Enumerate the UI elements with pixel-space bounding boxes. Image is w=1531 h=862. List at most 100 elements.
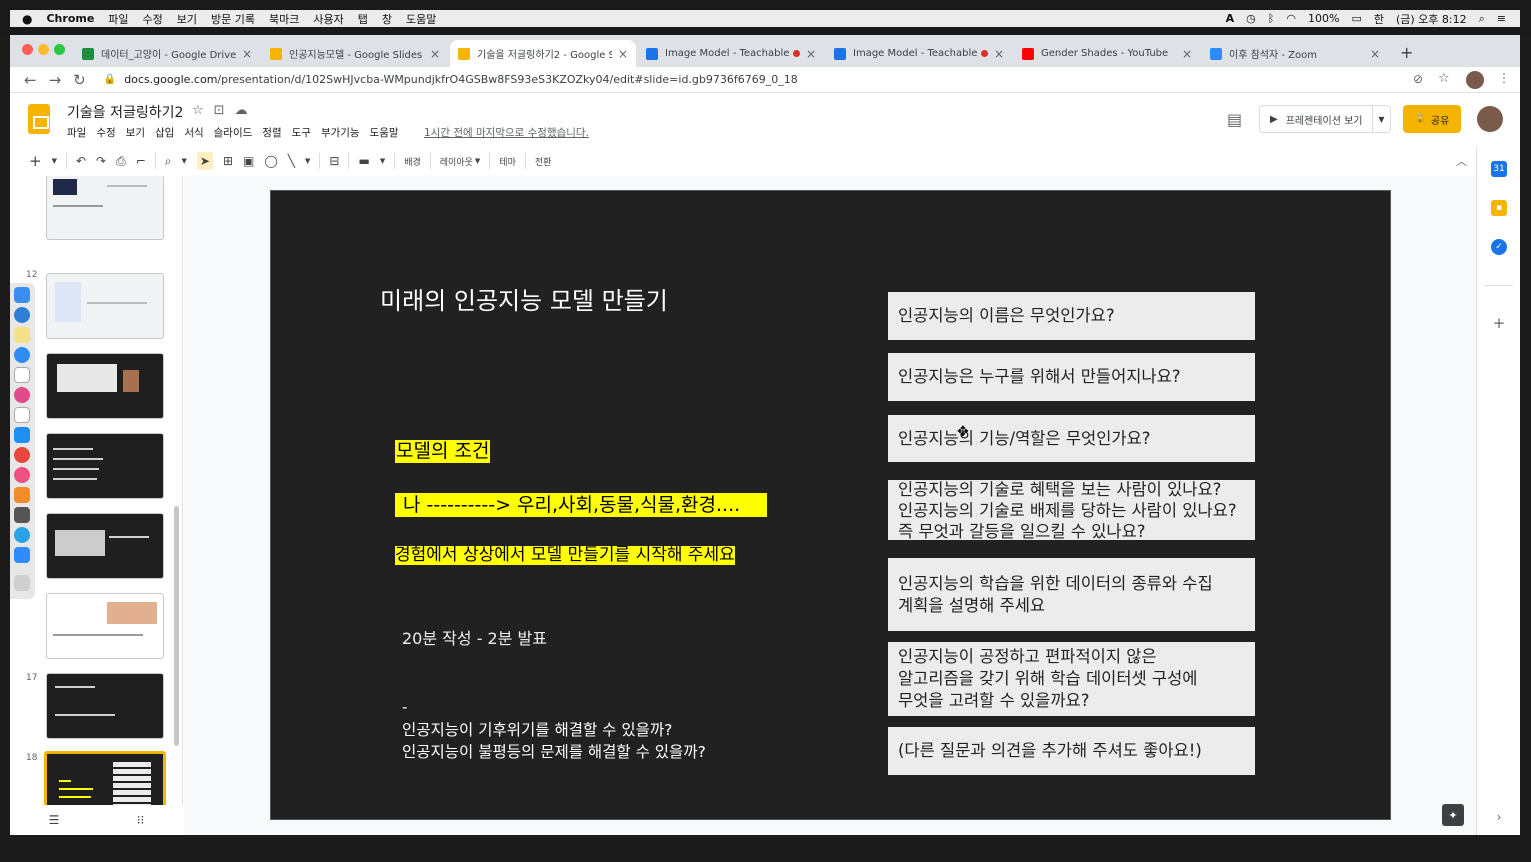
spotlight-search-icon[interactable]: ⌕: [1479, 12, 1485, 26]
add-comment-icon[interactable]: ⊟: [329, 154, 339, 168]
minimize-window-icon[interactable]: [38, 44, 49, 55]
mac-menu-people[interactable]: 사용자: [313, 11, 343, 27]
explore-icon[interactable]: ✦: [1442, 804, 1464, 826]
slide-thumbnail[interactable]: [46, 673, 164, 739]
close-window-icon[interactable]: [22, 44, 33, 55]
mac-menu-history[interactable]: 방문 기록: [211, 11, 255, 27]
account-avatar[interactable]: [1477, 106, 1503, 132]
keyboard-input-icon[interactable]: ▬: [358, 154, 369, 168]
close-tab-icon[interactable]: ×: [242, 47, 252, 61]
question-box-add-more[interactable]: (다른 질문과 의견을 추가해 주셔도 좋아요!): [888, 727, 1255, 775]
slide-thumbnail[interactable]: [46, 593, 164, 659]
tab-active[interactable]: 기술을 저글링하기2 - Google Slides ×: [450, 40, 636, 67]
share-button[interactable]: 🔒 공유: [1403, 105, 1461, 133]
text-box-icon[interactable]: ⊞: [223, 154, 233, 168]
keep-icon[interactable]: ▪: [1491, 200, 1507, 216]
chevron-down-icon[interactable]: ▼: [380, 157, 385, 165]
slide[interactable]: 미래의 인공지능 모델 만들기 모델의 조건 나 ----------> 우리,…: [270, 190, 1391, 820]
menu-arrange[interactable]: 정렬: [262, 125, 281, 140]
slide-title[interactable]: 미래의 인공지능 모델 만들기: [380, 281, 668, 316]
cloud-saved-icon[interactable]: ☁: [235, 103, 248, 118]
tasks-icon[interactable]: ✓: [1491, 239, 1507, 255]
filmstrip[interactable]: 12 17 18: [10, 176, 183, 835]
calendar-addon-icon[interactable]: 31: [1491, 161, 1507, 177]
question-box-benefit-exclusion[interactable]: 인공지능의 기술로 혜택을 보는 사람이 있나요? 인공지능의 기술로 배제를 …: [888, 480, 1255, 541]
filmstrip-view-icon[interactable]: ☰: [49, 813, 60, 827]
time-machine-icon[interactable]: ◷: [1246, 12, 1256, 25]
line-icon[interactable]: ╲: [288, 154, 295, 168]
present-button[interactable]: ▶ 프레젠테이션 보기 ▼: [1259, 105, 1391, 133]
close-tab-icon[interactable]: ×: [618, 47, 628, 61]
battery-status[interactable]: 100%: [1308, 12, 1339, 25]
browser-tab[interactable]: 데이터_고양이 - Google Drive ×: [74, 40, 260, 67]
books-icon[interactable]: [14, 487, 30, 503]
slide-thumbnail[interactable]: [46, 176, 164, 240]
maximize-window-icon[interactable]: [54, 44, 65, 55]
new-tab-icon[interactable]: +: [1400, 43, 1413, 62]
apple-icon[interactable]: ●: [22, 12, 32, 26]
menu-help[interactable]: 도움말: [370, 125, 399, 140]
layout-button[interactable]: 레이아웃: [440, 155, 473, 168]
clock[interactable]: (금) 오후 8:12: [1396, 11, 1467, 27]
close-tab-icon[interactable]: ×: [994, 47, 1004, 61]
document-title[interactable]: 기술을 저글링하기2: [67, 102, 183, 122]
menu-tools[interactable]: 도구: [292, 125, 311, 140]
scope-arrow-line[interactable]: 나 ----------> 우리,사회,동물,식물,환경....: [395, 493, 767, 517]
bluetooth-icon[interactable]: ᛒ: [1268, 12, 1275, 25]
question-box-fairness[interactable]: 인공지능이 공정하고 편파적이지 않은 알고리즘을 갖기 위해 학습 데이터셋 …: [888, 642, 1255, 716]
close-tab-icon[interactable]: ×: [806, 47, 816, 61]
browser-tab[interactable]: Image Model - Teachable Machine ×: [826, 40, 1012, 67]
slide-canvas[interactable]: 미래의 인공지능 모델 만들기 모델의 조건 나 ----------> 우리,…: [184, 176, 1476, 835]
bookmark-star-icon[interactable]: ☆: [1438, 71, 1450, 86]
menu-format[interactable]: 서식: [184, 125, 203, 140]
forward-icon[interactable]: →: [49, 71, 62, 89]
theme-button[interactable]: 테마: [499, 155, 516, 168]
zoom-icon[interactable]: ⌕: [165, 154, 172, 169]
music-icon[interactable]: [14, 467, 30, 483]
image-icon[interactable]: ▣: [243, 154, 254, 168]
close-tab-icon[interactable]: ×: [1182, 47, 1192, 61]
reload-icon[interactable]: ↻: [73, 71, 86, 89]
textedit-icon[interactable]: [14, 407, 30, 423]
slide-thumbnail[interactable]: [46, 353, 164, 419]
telegram-icon[interactable]: [14, 527, 30, 543]
mac-menu-help[interactable]: 도움말: [406, 11, 436, 27]
menu-slide[interactable]: 슬라이드: [214, 125, 253, 140]
keyboard-korean-icon[interactable]: 한: [1374, 11, 1384, 27]
url-field[interactable]: 🔒 docs.google.com/presentation/d/102SwHJ…: [104, 73, 798, 86]
browser-tab[interactable]: Gender Shades - YouTube ×: [1014, 40, 1200, 67]
star-icon[interactable]: ☆: [192, 103, 204, 118]
mac-menu-edit[interactable]: 수정: [143, 11, 163, 27]
chevron-down-icon[interactable]: ▼: [182, 157, 187, 165]
time-guide[interactable]: 20분 작성 - 2분 발표: [402, 625, 547, 649]
move-to-folder-icon[interactable]: ⊡: [214, 103, 225, 118]
menu-file[interactable]: 파일: [67, 125, 86, 140]
browser-tab[interactable]: Image Model - Teachable Machine ×: [638, 40, 824, 67]
collapse-toolbar-icon[interactable]: ︿: [1456, 153, 1467, 169]
calendar-icon[interactable]: [14, 367, 30, 383]
menu-insert[interactable]: 삽입: [155, 125, 174, 140]
transition-button[interactable]: 전환: [535, 155, 552, 168]
mac-menu-bookmarks[interactable]: 북마크: [269, 11, 299, 27]
question-box-function[interactable]: 인공지능의 기능/역할은 무엇인가요?: [888, 415, 1255, 462]
safari-icon[interactable]: [14, 307, 30, 323]
question-box-data-collection[interactable]: 인공지능의 학습을 위한 데이터의 종류와 수집 계획을 설명해 주세요: [888, 558, 1255, 631]
wifi-icon[interactable]: ◠: [1286, 12, 1296, 25]
mac-menu-tab[interactable]: 탭: [358, 11, 368, 27]
start-instruction[interactable]: 경험에서 상상에서 모델 만들기를 시작해 주세요: [395, 546, 735, 565]
menu-view[interactable]: 보기: [126, 125, 145, 140]
last-edit-link[interactable]: 1시간 전에 마지막으로 수정했습니다.: [424, 125, 589, 140]
notes-icon[interactable]: [14, 327, 30, 343]
browser-tab[interactable]: 이후 참석자 - Zoom ×: [1202, 40, 1388, 67]
paint-format-icon[interactable]: ⌐: [136, 154, 146, 168]
zoom-icon[interactable]: [14, 547, 30, 563]
background-button[interactable]: 배경: [404, 155, 421, 168]
trash-icon[interactable]: [14, 575, 30, 591]
menu-addons[interactable]: 부가기능: [321, 125, 360, 140]
keynote-icon[interactable]: [14, 427, 30, 443]
comment-history-icon[interactable]: ▤: [1227, 110, 1242, 129]
question-box-for-whom[interactable]: 인공지능은 누구를 위해서 만들어지나요?: [888, 353, 1255, 401]
mac-menu-view[interactable]: 보기: [177, 11, 197, 27]
mac-app-name[interactable]: Chrome: [46, 12, 94, 25]
slide-thumbnail[interactable]: [46, 433, 164, 499]
